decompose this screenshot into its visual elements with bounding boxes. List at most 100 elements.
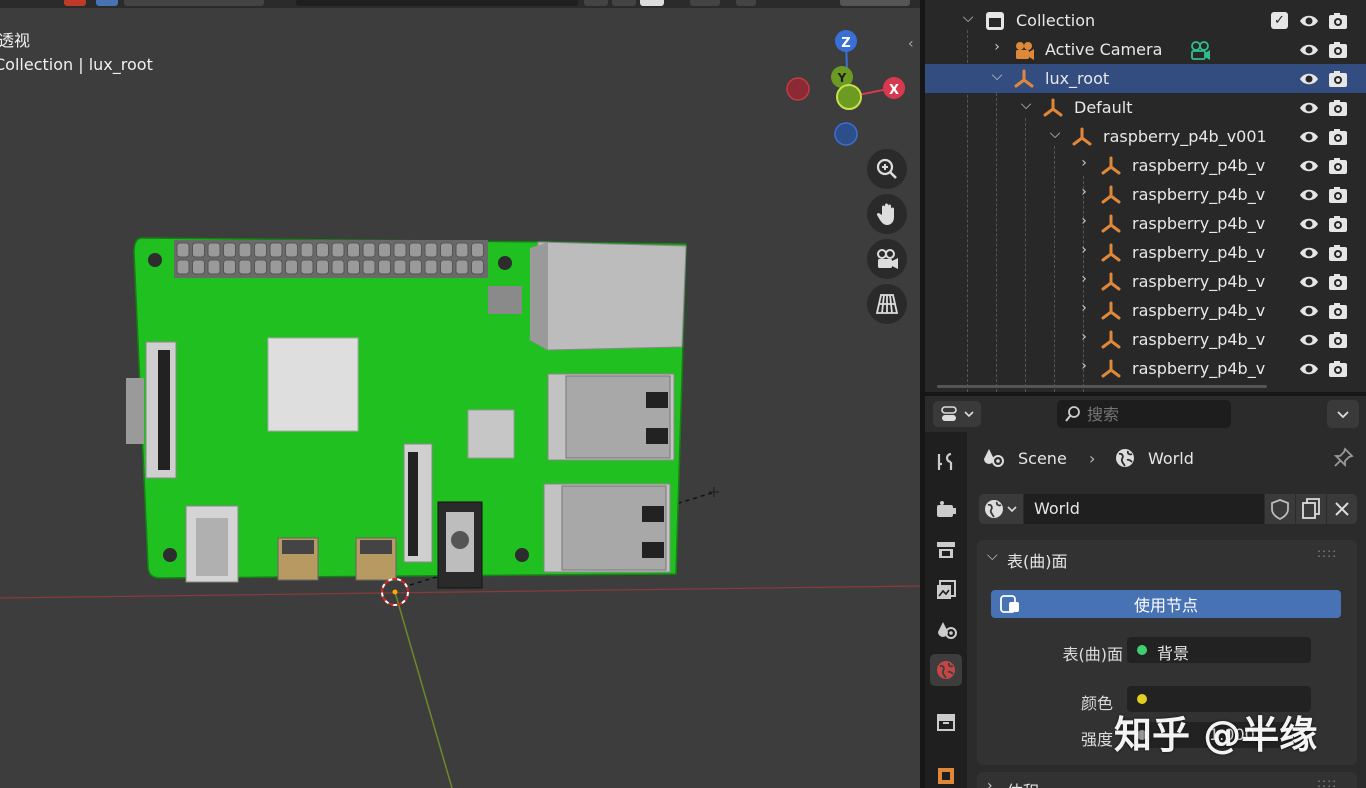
chevron-right-icon[interactable]: › — [987, 778, 993, 788]
properties-search[interactable] — [1057, 400, 1231, 428]
outliner-row[interactable]: › raspberry_p4b_v — [925, 151, 1366, 180]
render-camera-icon[interactable] — [1328, 127, 1348, 147]
tool-tab-icon[interactable] — [930, 446, 962, 478]
render-camera-icon[interactable] — [1328, 185, 1348, 205]
view-layer-tab-icon[interactable] — [930, 574, 962, 606]
grid-perspective-icon[interactable] — [867, 284, 907, 324]
chevron-down-icon[interactable]: ⌵ — [1019, 97, 1033, 113]
outliner-row-label: Active Camera — [1045, 40, 1163, 59]
editor-type-dropdown[interactable] — [933, 401, 981, 427]
outliner-row[interactable]: › raspberry_p4b_v — [925, 209, 1366, 238]
outliner-row-label: lux_root — [1045, 69, 1110, 88]
gpio-pin — [471, 242, 484, 258]
render-camera-icon[interactable] — [1328, 243, 1348, 263]
gpio-pin — [424, 259, 438, 275]
chevron-right-icon[interactable]: › — [1077, 329, 1091, 345]
outliner-row[interactable]: › raspberry_p4b_v — [925, 238, 1366, 267]
chevron-down-icon[interactable]: ⌵ — [961, 10, 975, 26]
chevron-right-icon[interactable]: › — [1077, 242, 1091, 258]
render-camera-icon[interactable] — [1328, 330, 1348, 350]
eye-icon[interactable] — [1299, 243, 1319, 263]
eye-icon[interactable] — [1299, 272, 1319, 292]
collection-tab-icon[interactable] — [930, 706, 962, 738]
outliner-row[interactable]: ⌵ lux_root — [925, 64, 1366, 93]
volume-panel-title[interactable]: 体积 — [1007, 778, 1039, 788]
outliner-row[interactable]: › raspberry_p4b_v — [925, 296, 1366, 325]
chevron-left-icon[interactable]: ‹ — [908, 36, 920, 58]
scene-tab-icon[interactable] — [930, 614, 962, 646]
outliner-row-label: Default — [1074, 98, 1133, 117]
world-browse-button[interactable] — [979, 494, 1023, 524]
3d-viewport[interactable]: 透视 Collection | lux_root Z X Y ‹ — [0, 0, 920, 788]
duplicate-icon[interactable] — [1296, 494, 1326, 524]
unlink-icon[interactable] — [1327, 494, 1357, 524]
render-tab-icon[interactable] — [930, 494, 962, 526]
render-camera-icon[interactable] — [1328, 11, 1348, 31]
camera-data-icon[interactable] — [1189, 39, 1211, 61]
chevron-right-icon[interactable]: › — [1077, 271, 1091, 287]
surface-panel-title[interactable]: 表(曲)面 — [1007, 548, 1068, 572]
eye-icon[interactable] — [1299, 359, 1319, 379]
render-camera-icon[interactable] — [1328, 156, 1348, 176]
mount-hole — [498, 256, 512, 270]
eye-icon[interactable] — [1299, 185, 1319, 205]
outliner-row[interactable]: › raspberry_p4b_v — [925, 354, 1366, 383]
chevron-right-icon[interactable]: › — [1077, 184, 1091, 200]
outliner-row[interactable]: ⌵ Default — [925, 93, 1366, 122]
render-camera-icon[interactable] — [1328, 301, 1348, 321]
zoom-icon[interactable] — [867, 149, 907, 189]
properties-search-input[interactable] — [1087, 403, 1225, 425]
eye-icon[interactable] — [1299, 156, 1319, 176]
chevron-down-icon[interactable]: ⌵ — [1048, 126, 1062, 142]
world-name-field[interactable]: World — [1024, 494, 1264, 524]
gpio-pin — [471, 259, 484, 275]
eye-icon[interactable] — [1299, 98, 1319, 118]
object-tab-icon[interactable] — [930, 758, 962, 788]
outliner-row[interactable]: ⌵ raspberry_p4b_v001 — [925, 122, 1366, 151]
drag-handle-icon[interactable]: :::: — [1317, 776, 1337, 788]
outliner-row[interactable]: › raspberry_p4b_v — [925, 180, 1366, 209]
chevron-down-icon[interactable]: ⌵ — [990, 68, 1004, 84]
breadcrumb-scene: Scene — [1018, 449, 1067, 468]
eye-icon[interactable] — [1299, 127, 1319, 147]
camera-view-icon[interactable] — [867, 239, 907, 279]
chevron-right-icon[interactable]: › — [1077, 213, 1091, 229]
use-nodes-button[interactable]: 使用节点 — [991, 590, 1341, 618]
outliner-row[interactable]: › raspberry_p4b_v — [925, 267, 1366, 296]
eye-icon[interactable] — [1299, 214, 1319, 234]
fake-user-icon[interactable] — [1265, 494, 1295, 524]
render-camera-icon[interactable] — [1328, 214, 1348, 234]
chevron-right-icon[interactable]: › — [1077, 155, 1091, 171]
outliner-row-label: raspberry_p4b_v — [1132, 156, 1266, 175]
outliner-row[interactable]: › raspberry_p4b_v — [925, 325, 1366, 354]
render-camera-icon[interactable] — [1328, 359, 1348, 379]
eye-icon[interactable] — [1299, 40, 1319, 60]
render-camera-icon[interactable] — [1328, 272, 1348, 292]
exclude-checkbox[interactable]: ✓ — [1271, 12, 1288, 29]
outliner-row[interactable]: › Active Camera — [925, 35, 1366, 64]
world-tab-icon[interactable] — [930, 654, 962, 686]
options-dropdown[interactable] — [1327, 400, 1359, 428]
chevron-right-icon[interactable]: › — [1077, 358, 1091, 374]
chevron-right-icon[interactable]: › — [990, 39, 1004, 55]
eye-icon[interactable] — [1299, 11, 1319, 31]
gpio-pin — [455, 242, 469, 258]
render-camera-icon[interactable] — [1328, 69, 1348, 89]
chevron-right-icon[interactable]: › — [1077, 300, 1091, 316]
outliner[interactable]: ⌵ Collection ✓ › Active Camera ⌵ lux_root ⌵ Defa… — [925, 0, 1366, 392]
eye-icon[interactable] — [1299, 69, 1319, 89]
outliner-row[interactable]: ⌵ Collection ✓ — [925, 6, 1366, 35]
surface-shader-field[interactable]: 背景 — [1127, 637, 1311, 663]
drag-handle-icon[interactable]: :::: — [1317, 546, 1337, 560]
render-camera-icon[interactable] — [1328, 40, 1348, 60]
gpio-pin — [269, 242, 283, 258]
render-camera-icon[interactable] — [1328, 98, 1348, 118]
pin-icon[interactable] — [1331, 446, 1355, 470]
gpio-pin — [409, 242, 422, 258]
eye-icon[interactable] — [1299, 301, 1319, 321]
eye-icon[interactable] — [1299, 330, 1319, 350]
chevron-down-icon[interactable]: ⌵ — [987, 548, 998, 564]
output-tab-icon[interactable] — [930, 534, 962, 566]
pan-hand-icon[interactable] — [867, 194, 907, 234]
outliner-scrollbar[interactable] — [937, 385, 1267, 388]
